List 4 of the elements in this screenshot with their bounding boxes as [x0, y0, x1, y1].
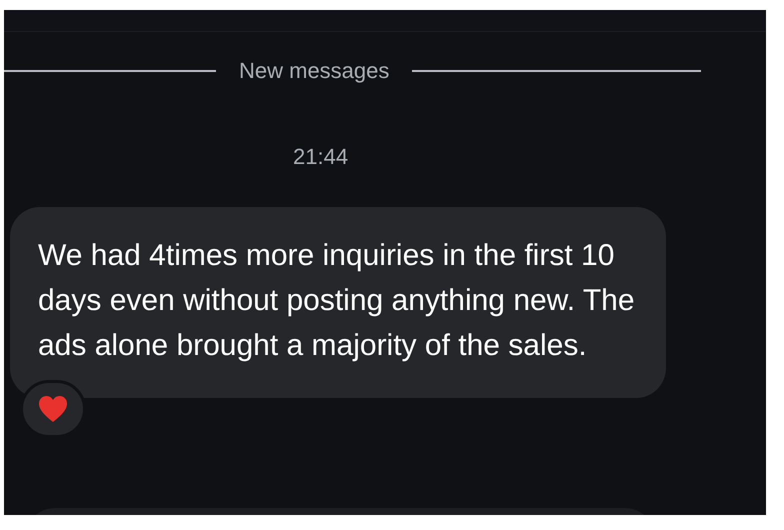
timestamp: 21:44 [293, 144, 350, 170]
heart-icon [38, 395, 68, 423]
message-bubble: We had 4times more inquiries in the first 10 days even without posting anything new. The ads alone brought a majority of the sales. [10, 207, 666, 398]
new-messages-divider: New messages [238, 58, 390, 84]
